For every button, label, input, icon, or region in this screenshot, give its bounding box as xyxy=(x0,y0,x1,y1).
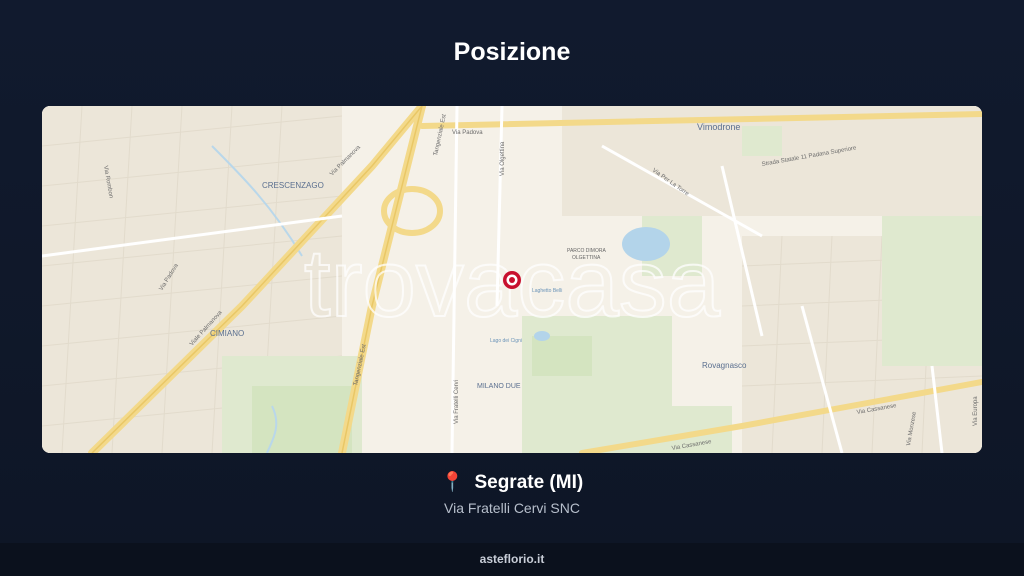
map-label-cimiano: CIMIANO xyxy=(210,329,244,338)
map-marker[interactable] xyxy=(503,271,521,289)
map-canvas[interactable]: trovacasa CRESCENZAGO CIMIANO Vimodrone … xyxy=(42,106,982,453)
map-label-lago-cigni: Lago dei Cigni xyxy=(490,338,522,344)
map-label-via-olgettina: Via Olgettina xyxy=(500,141,506,176)
footer: asteflorio.it xyxy=(0,543,1024,576)
map-label-parco-2: OLGETTINA xyxy=(572,255,601,261)
location-heading: 📍 Segrate (MI) xyxy=(0,470,1024,494)
location-address: Via Fratelli Cervi SNC xyxy=(444,500,580,516)
map-label-vimodrone: Vimodrone xyxy=(697,122,740,132)
map-label-crescenzago: CRESCENZAGO xyxy=(262,181,324,190)
page-title: Posizione xyxy=(453,38,571,66)
map-pin-icon: 📍 xyxy=(440,472,465,493)
map-label-milano-due: MILANO DUE xyxy=(477,383,521,390)
map-label-via-fratelli-cervi: Via Fratelli Cervi xyxy=(454,380,460,424)
map[interactable]: trovacasa CRESCENZAGO CIMIANO Vimodrone … xyxy=(42,106,982,453)
map-label-via-padova-top: Via Padova xyxy=(452,130,483,136)
map-label-via-europa: Via Europa xyxy=(973,396,979,426)
footer-site[interactable]: asteflorio.it xyxy=(480,552,545,566)
map-label-laghetto: Laghetto Belli xyxy=(532,288,562,294)
map-label-parco: PARCO DIMORA xyxy=(567,248,606,254)
location-city: Segrate (MI) xyxy=(474,472,584,493)
map-label-rovagnasco: Rovagnasco xyxy=(702,361,747,370)
